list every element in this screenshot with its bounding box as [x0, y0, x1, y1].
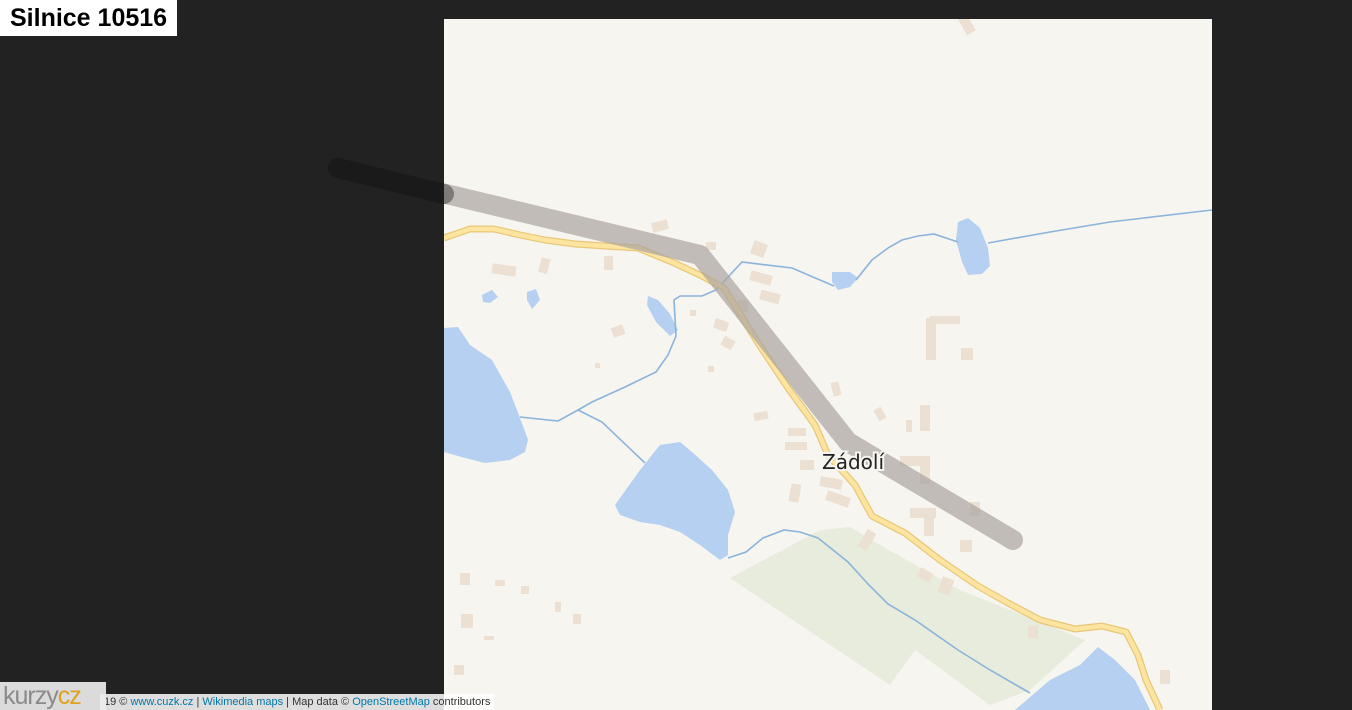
attribution-map-data: | Map data © — [286, 696, 350, 708]
attribution-suffix: contributors — [432, 696, 491, 708]
cuzk-link[interactable]: www.cuzk.cz — [130, 696, 193, 708]
map-attribution: 19 © www.cuzk.cz | Wikimedia maps | Map … — [100, 694, 495, 710]
wikimedia-maps-link[interactable]: Wikimedia maps — [202, 696, 283, 708]
logo-text-cz: cz — [57, 682, 82, 710]
kurzy-cz-logo[interactable]: kurzycz — [0, 682, 106, 710]
page: Zádolí Silnice 10516 19 © www.cuzk.cz | … — [0, 0, 1352, 710]
attribution-separator: | — [196, 696, 200, 708]
page-title: Silnice 10516 — [0, 0, 178, 36]
place-label-zadoli: Zádolí — [822, 450, 885, 474]
map-canvas[interactable]: Zádolí — [0, 0, 1352, 710]
openstreetmap-link[interactable]: OpenStreetMap — [352, 696, 430, 708]
logo-text-kurzy: kurzy — [3, 682, 59, 710]
route-highlight-outside — [328, 158, 454, 204]
attribution-prefix: 19 © — [104, 696, 128, 708]
